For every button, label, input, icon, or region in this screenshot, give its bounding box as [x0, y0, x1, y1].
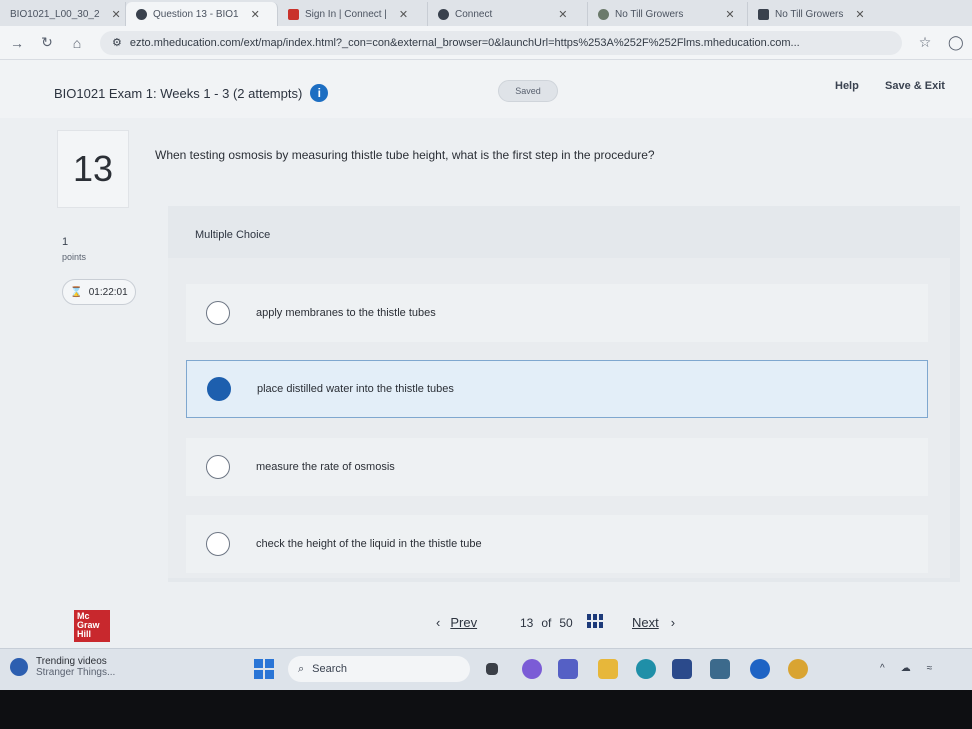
- close-icon[interactable]: ✕: [251, 8, 260, 21]
- current-page: 13: [520, 616, 534, 630]
- tab-label: Connect: [455, 8, 493, 20]
- connect-icon: [438, 8, 449, 20]
- address-bar-row: → ↻ ⌂ ⚙ ezto.mheducation.com/ext/map/ind…: [0, 26, 972, 60]
- timer-text: 01:22:01: [88, 286, 128, 298]
- save-exit-button[interactable]: Save & Exit: [885, 80, 945, 92]
- tab-label: No Till Growers: [615, 8, 684, 20]
- teams-icon[interactable]: [558, 659, 578, 679]
- close-icon[interactable]: ✕: [558, 8, 567, 21]
- browser-tab-bar: BIO1021_L00_30_2 ✕ Question 13 - BIO1 ✕ …: [0, 0, 972, 26]
- file-explorer-icon[interactable]: [598, 659, 618, 679]
- os-taskbar: Trending videos Stranger Things... ⌕ Sea…: [0, 648, 972, 690]
- copilot-icon[interactable]: [522, 659, 542, 679]
- help-button[interactable]: Help: [835, 80, 859, 92]
- radio-button[interactable]: [206, 532, 230, 556]
- choice-c[interactable]: measure the rate of osmosis: [186, 438, 928, 496]
- question-number: 13: [57, 130, 129, 208]
- info-icon[interactable]: i: [310, 84, 329, 102]
- choice-a[interactable]: apply membranes to the thistle tubes: [186, 284, 928, 342]
- page-indicator: 13 of 50: [520, 616, 573, 630]
- tab-question[interactable]: Question 13 - BIO1 ✕: [126, 2, 278, 26]
- facebook-icon[interactable]: [750, 659, 770, 679]
- timer-badge[interactable]: ⌛ 01:22:01: [62, 279, 136, 305]
- tab-label: BIO1021_L00_30_2: [10, 8, 100, 20]
- next-button[interactable]: Next ›: [632, 615, 675, 630]
- total-pages: 50: [559, 616, 573, 630]
- tab-connect[interactable]: Connect ✕: [428, 2, 588, 26]
- choice-label: apply membranes to the thistle tubes: [256, 307, 436, 319]
- choice-b[interactable]: place distilled water into the thistle t…: [186, 360, 928, 418]
- choice-label: check the height of the liquid in the th…: [256, 538, 482, 550]
- mcgraw-hill-logo: Mc Graw Hill: [74, 610, 110, 642]
- bookmark-star-icon[interactable]: ☆: [918, 34, 932, 51]
- question-text: When testing osmosis by measuring thistl…: [155, 148, 655, 162]
- system-tray[interactable]: ^ ☁ ≈: [880, 663, 932, 674]
- tab-no-till-video[interactable]: No Till Growers ✕: [748, 2, 972, 26]
- news-widget[interactable]: Trending videos Stranger Things...: [10, 656, 115, 678]
- next-label: Next: [632, 615, 659, 630]
- cloud-icon[interactable]: ☁: [901, 663, 911, 674]
- wifi-icon[interactable]: ≈: [927, 663, 933, 674]
- logo-text: Mc Graw Hill: [77, 611, 100, 639]
- tab-label: Sign In | Connect |: [305, 8, 387, 20]
- exam-header: BIO1021 Exam 1: Weeks 1 - 3 (2 attempts)…: [0, 60, 972, 118]
- task-view-icon[interactable]: [486, 663, 498, 675]
- chevron-left-icon: ‹: [436, 615, 441, 630]
- search-icon: ⌕: [298, 662, 305, 675]
- tab-label: No Till Growers: [775, 8, 844, 20]
- video-icon: [758, 8, 769, 20]
- close-icon[interactable]: ✕: [112, 8, 121, 21]
- home-icon[interactable]: ⌂: [70, 35, 84, 51]
- tab-sign-in[interactable]: Sign In | Connect | ✕: [278, 2, 428, 26]
- mh-icon: [288, 8, 299, 20]
- url-input[interactable]: ⚙ ezto.mheducation.com/ext/map/index.htm…: [100, 30, 902, 55]
- points-value: 1: [62, 236, 69, 248]
- choice-d[interactable]: check the height of the liquid in the th…: [186, 515, 928, 573]
- hourglass-icon: ⌛: [70, 286, 83, 298]
- tab-label: Question 13 - BIO1: [153, 8, 239, 20]
- of-label: of: [541, 616, 552, 630]
- news-icon: [10, 658, 28, 676]
- chevron-right-icon: ›: [670, 615, 676, 630]
- close-icon[interactable]: ✕: [725, 8, 734, 21]
- news-title: Trending videos: [36, 656, 107, 667]
- choice-label: measure the rate of osmosis: [256, 461, 395, 473]
- taskbar-search[interactable]: ⌕ Search: [288, 656, 470, 682]
- prev-label: Prev: [450, 615, 478, 630]
- exam-title: BIO1021 Exam 1: Weeks 1 - 3 (2 attempts): [54, 85, 303, 101]
- app-icon[interactable]: [710, 659, 730, 679]
- choice-label: place distilled water into the thistle t…: [257, 383, 454, 395]
- news-subtitle: Stranger Things...: [36, 667, 116, 678]
- url-text: ezto.mheducation.com/ext/map/index.html?…: [129, 36, 800, 49]
- radio-button-selected[interactable]: [207, 377, 231, 401]
- search-label: Search: [312, 663, 348, 675]
- exam-title-group: BIO1021 Exam 1: Weeks 1 - 3 (2 attempts)…: [54, 84, 329, 102]
- prev-button[interactable]: ‹ Prev: [436, 615, 477, 630]
- close-icon[interactable]: ✕: [855, 8, 864, 21]
- reload-icon[interactable]: ↻: [40, 34, 54, 51]
- leaf-icon: [598, 8, 609, 20]
- edge-icon[interactable]: [636, 659, 656, 679]
- store-icon[interactable]: [672, 659, 692, 679]
- radio-button[interactable]: [206, 455, 230, 479]
- chrome-icon[interactable]: [788, 659, 808, 679]
- points-label: points: [62, 252, 87, 262]
- close-icon[interactable]: ✕: [399, 8, 408, 21]
- question-grid-icon[interactable]: [587, 614, 603, 628]
- radio-button[interactable]: [206, 301, 230, 325]
- site-settings-icon[interactable]: ⚙: [112, 36, 122, 49]
- chevron-up-icon[interactable]: ^: [880, 663, 885, 674]
- connect-icon: [136, 8, 147, 20]
- screen: BIO1021_L00_30_2 ✕ Question 13 - BIO1 ✕ …: [0, 0, 972, 690]
- tab-bio-doc[interactable]: BIO1021_L00_30_2 ✕: [0, 2, 126, 26]
- profile-icon[interactable]: ◯: [948, 34, 964, 51]
- saved-status-badge: Saved: [498, 80, 558, 102]
- question-type-label: Multiple Choice: [195, 229, 271, 241]
- windows-start-icon[interactable]: [254, 659, 274, 679]
- forward-icon[interactable]: →: [10, 35, 24, 51]
- tab-no-till[interactable]: No Till Growers ✕: [588, 2, 748, 26]
